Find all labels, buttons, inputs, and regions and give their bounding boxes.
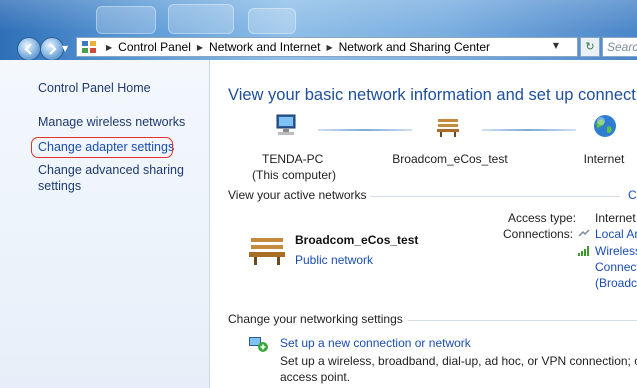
back-arrow-icon — [24, 43, 32, 55]
breadcrumb-separator-icon[interactable]: ▶ — [106, 43, 112, 52]
sidebar-item-control-panel-home[interactable]: Control Panel Home — [38, 80, 151, 96]
bench-network-icon[interactable] — [436, 116, 460, 138]
background-window-tile — [168, 4, 234, 34]
access-type-value: Internet — [595, 211, 636, 225]
task-pane: Control Panel Home Manage wireless netwo… — [0, 60, 210, 388]
page-title: View your basic network information and … — [228, 86, 637, 104]
connection-wireless[interactable]: Wireless — [595, 244, 637, 258]
refresh-button[interactable]: ↻ — [580, 37, 600, 57]
address-bar[interactable]: ▶ Control Panel ▶ Network and Internet ▶… — [76, 37, 578, 57]
sidebar-item-manage-wireless[interactable]: Manage wireless networks — [38, 114, 185, 130]
address-dropdown-icon[interactable]: ▼ — [553, 41, 559, 50]
breadcrumb-control-panel[interactable]: Control Panel — [118, 40, 191, 54]
forward-button[interactable] — [40, 37, 64, 61]
search-input[interactable]: Search Co — [602, 37, 637, 57]
section-divider — [370, 196, 620, 197]
computer-subtitle-label: (This computer) — [252, 168, 337, 182]
active-networks-title: View your active networks — [228, 188, 367, 202]
wireless-signal-icon — [578, 246, 589, 256]
ethernet-connection-icon — [578, 229, 590, 237]
globe-icon[interactable] — [592, 113, 618, 139]
network-category-link[interactable]: Public network — [295, 253, 373, 267]
internet-label: Internet — [583, 152, 625, 166]
computer-name-label: TENDA-PC — [262, 152, 324, 166]
sidebar-item-change-advanced-sharing-cont[interactable]: settings — [38, 178, 81, 194]
computer-icon[interactable] — [274, 113, 300, 137]
access-type-label: Access type: — [508, 211, 577, 225]
sidebar-item-change-advanced-sharing[interactable]: Change advanced sharing — [38, 162, 184, 178]
main-content: View your basic network information and … — [210, 60, 637, 388]
control-panel-icon — [82, 41, 96, 53]
bench-network-icon — [249, 238, 285, 265]
network-name-label: Broadcom_eCos_test — [392, 152, 508, 166]
background-window-tile — [96, 6, 156, 34]
internet-link-line — [482, 129, 576, 131]
breadcrumb-network-sharing-center[interactable]: Network and Sharing Center — [339, 40, 490, 54]
breadcrumb-separator-icon[interactable]: ▶ — [326, 43, 332, 52]
breadcrumb-network-and-internet[interactable]: Network and Internet — [209, 40, 320, 54]
red-highlight-annotation — [31, 137, 173, 158]
connection-wireless-line3[interactable]: (Broadc — [595, 276, 637, 290]
section-divider — [408, 320, 637, 321]
connections-label: Connections: — [503, 227, 574, 241]
networking-settings-title: Change your networking settings — [228, 312, 403, 326]
setup-connection-description: Set up a wireless, broadband, dial-up, a… — [280, 353, 637, 385]
connection-local-area[interactable]: Local Ar — [595, 227, 637, 241]
description-line-2: access point. — [280, 370, 351, 384]
connect-disconnect-link[interactable]: C — [628, 188, 637, 202]
background-window-tile — [248, 8, 296, 34]
new-connection-icon — [249, 337, 268, 352]
recent-pages-dropdown-icon[interactable]: ▼ — [62, 44, 68, 53]
window-title-bar: ▼ ▶ Control Panel ▶ Network and Internet… — [0, 0, 637, 61]
back-button[interactable] — [17, 37, 41, 61]
description-line-1: Set up a wireless, broadband, dial-up, a… — [280, 354, 637, 368]
connection-wireless-line2[interactable]: Connect — [595, 260, 637, 274]
breadcrumb-separator-icon[interactable]: ▶ — [197, 43, 203, 52]
network-link-line — [318, 129, 412, 131]
active-network-name: Broadcom_eCos_test — [295, 233, 419, 247]
setup-connection-link[interactable]: Set up a new connection or network — [280, 336, 471, 350]
forward-arrow-icon — [49, 43, 57, 55]
